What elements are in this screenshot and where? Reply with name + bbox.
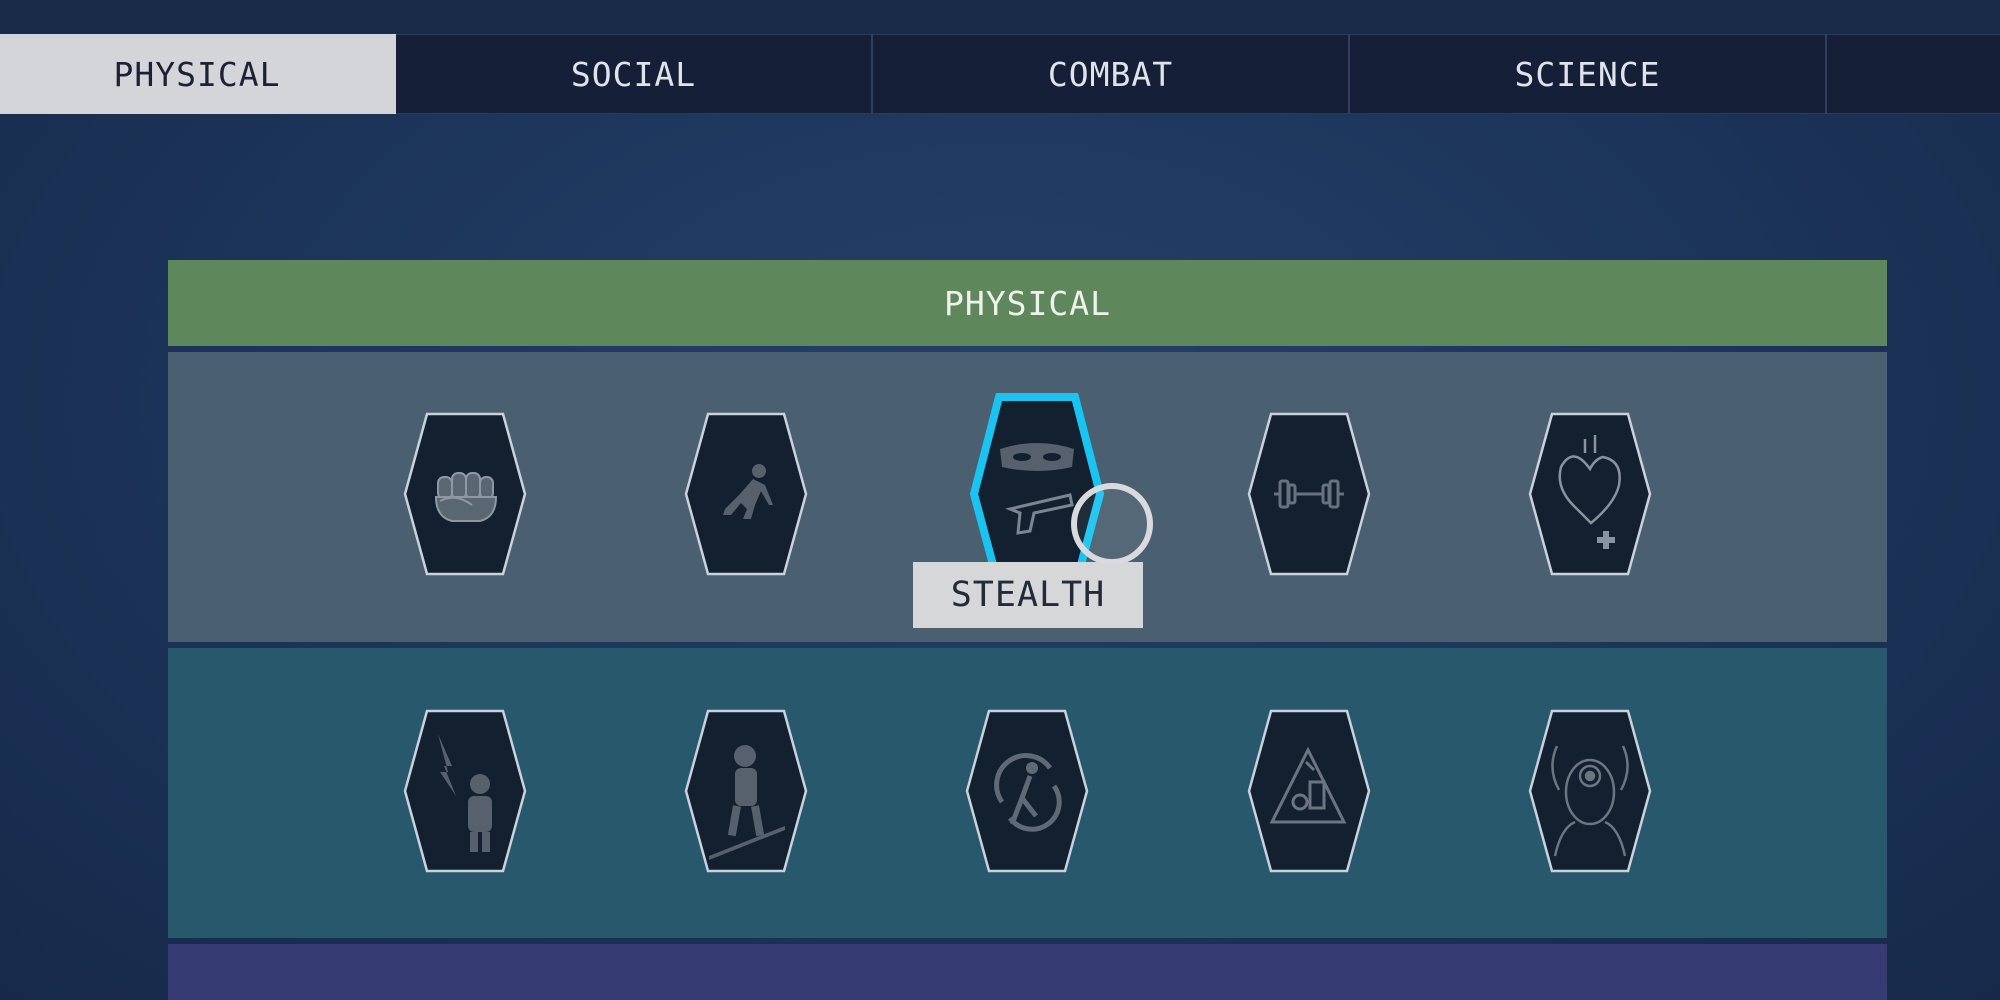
fist-icon: [434, 472, 498, 522]
skill-stealth[interactable]: [962, 393, 1112, 591]
skill-boxing[interactable]: [400, 409, 530, 579]
tooltip-label: STEALTH: [950, 575, 1106, 615]
skill-energy-weapon-dissipation[interactable]: [400, 706, 530, 876]
category-title: PHYSICAL: [944, 283, 1111, 323]
category-header: PHYSICAL: [168, 260, 1887, 346]
tab-social[interactable]: SOCIAL: [396, 34, 873, 114]
skill-wellness[interactable]: [1525, 409, 1655, 579]
tab-tech[interactable]: [1827, 34, 2000, 114]
skill-category-tabs: PHYSICAL SOCIAL COMBAT SCIENCE: [0, 34, 2000, 116]
skill-fitness[interactable]: [681, 409, 811, 579]
skill-gymnastics[interactable]: [962, 706, 1092, 876]
top-bar: [0, 0, 2000, 34]
skill-tier-row-3: [168, 944, 1887, 1000]
tab-physical[interactable]: PHYSICAL: [0, 34, 396, 114]
skill-nutrition[interactable]: [1244, 706, 1374, 876]
skill-neurostrikes[interactable]: [1525, 706, 1655, 876]
skill-tooltip: STEALTH: [913, 562, 1143, 628]
tab-combat[interactable]: COMBAT: [873, 34, 1350, 114]
skill-weightlifting[interactable]: [1244, 409, 1374, 579]
tab-science[interactable]: SCIENCE: [1350, 34, 1827, 114]
skill-environmental-conditioning[interactable]: [681, 706, 811, 876]
